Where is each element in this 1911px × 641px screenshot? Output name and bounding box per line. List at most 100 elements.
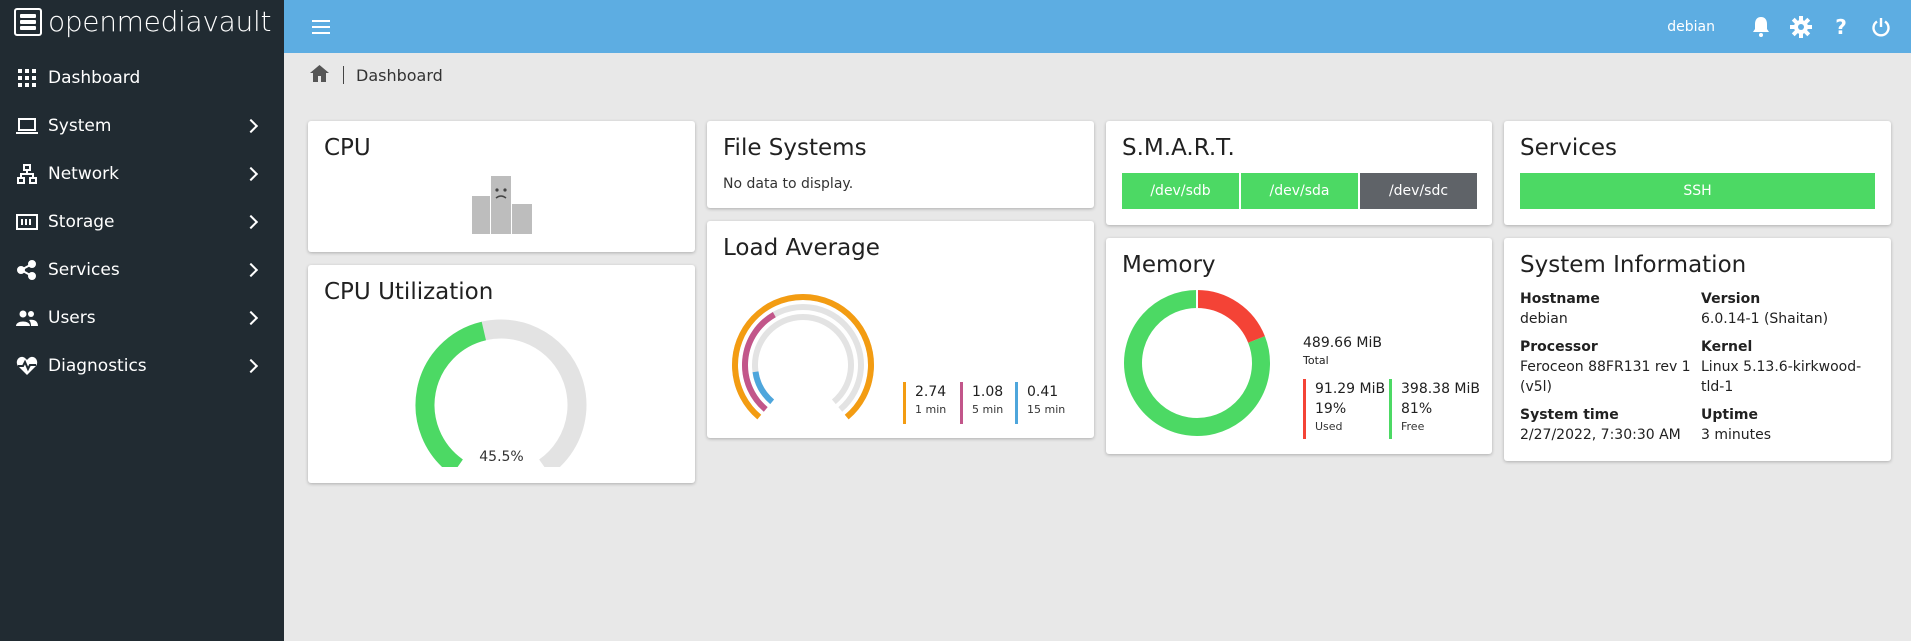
widget-title: S.M.A.R.T. bbox=[1122, 135, 1235, 161]
sidebar-item-label: Network bbox=[48, 164, 119, 184]
share-icon bbox=[16, 259, 38, 281]
gear-icon[interactable] bbox=[1789, 15, 1813, 39]
load-value: 2.74 bbox=[915, 384, 947, 400]
sidebar-item-label: Dashboard bbox=[48, 68, 141, 88]
load-1min: 2.74 1 min bbox=[903, 382, 946, 424]
load-5min: 1.08 5 min bbox=[960, 382, 1003, 424]
processor-value-line: Feroceon 88FR131 rev 1 bbox=[1520, 359, 1691, 375]
processor-label: Processor bbox=[1520, 339, 1598, 355]
sidebar-nav: Dashboard System Network Storage Service… bbox=[0, 54, 284, 390]
grid-icon bbox=[16, 67, 38, 89]
username[interactable]: debian bbox=[1667, 19, 1715, 35]
sidebar-item-storage[interactable]: Storage bbox=[0, 198, 284, 246]
no-data-icon bbox=[472, 176, 532, 238]
kernel-value-line: Linux 5.13.6-kirkwood- bbox=[1701, 359, 1862, 375]
kernel-value-line: tld-1 bbox=[1701, 379, 1734, 395]
chevron-right-icon bbox=[243, 118, 259, 134]
sidebar-item-diagnostics[interactable]: Diagnostics bbox=[0, 342, 284, 390]
memory-used-percent: 19% bbox=[1315, 401, 1347, 417]
widget-title: CPU bbox=[324, 135, 371, 161]
memory-used-label: Used bbox=[1315, 420, 1343, 433]
chevron-right-icon bbox=[243, 214, 259, 230]
sidebar-item-label: Storage bbox=[48, 212, 115, 232]
uptime-value: 3 minutes bbox=[1701, 427, 1772, 443]
memory-total: 489.66 MiB Total bbox=[1303, 333, 1382, 369]
version-label: Version bbox=[1701, 291, 1761, 307]
memory-free-percent: 81% bbox=[1401, 401, 1433, 417]
memory-used-slice bbox=[1196, 290, 1265, 344]
smart-device-tile[interactable]: /dev/sdb bbox=[1122, 173, 1239, 209]
hostname-label: Hostname bbox=[1520, 291, 1600, 307]
device-name: /dev/sdc bbox=[1388, 183, 1449, 199]
system-time-label: System time bbox=[1520, 407, 1619, 423]
power-icon[interactable] bbox=[1869, 15, 1893, 39]
breadcrumb: Dashboard bbox=[310, 63, 443, 87]
memory-total-value: 489.66 MiB bbox=[1303, 335, 1383, 351]
version-value: 6.0.14-1 (Shaitan) bbox=[1701, 311, 1829, 327]
system-information-widget: System Information Hostname debian Versi… bbox=[1504, 238, 1891, 461]
chevron-right-icon bbox=[243, 310, 259, 326]
kernel-value: Linux 5.13.6-kirkwood- tld-1 bbox=[1701, 357, 1861, 397]
help-icon[interactable]: ? bbox=[1829, 15, 1853, 39]
device-name: /dev/sda bbox=[1269, 183, 1330, 199]
chevron-right-icon bbox=[243, 166, 259, 182]
chevron-right-icon bbox=[243, 262, 259, 278]
load-label: 5 min bbox=[972, 403, 1004, 416]
hostname-value: debian bbox=[1520, 311, 1568, 327]
load-value: 1.08 bbox=[972, 384, 1004, 400]
brand[interactable]: openmediavault bbox=[0, 0, 284, 44]
load-15min: 0.41 15 min bbox=[1015, 382, 1065, 424]
load-track bbox=[752, 314, 854, 405]
sidebar-item-dashboard[interactable]: Dashboard bbox=[0, 54, 284, 102]
memory-donut bbox=[1124, 290, 1270, 436]
processor-value-line: (v5l) bbox=[1520, 379, 1553, 395]
memory-free: 398.38 MiB 81% Free bbox=[1389, 379, 1480, 439]
cpu-utilization-widget: CPU Utilization 45.5% bbox=[308, 265, 695, 483]
widget-title: Load Average bbox=[723, 235, 880, 261]
sidebar-item-label: Diagnostics bbox=[48, 356, 147, 376]
server-icon bbox=[14, 8, 42, 36]
cpu-widget: CPU bbox=[308, 121, 695, 252]
memory-free-label: Free bbox=[1401, 420, 1425, 433]
widget-title: Memory bbox=[1122, 252, 1216, 278]
load-label: 1 min bbox=[915, 403, 947, 416]
load-value: 0.41 bbox=[1027, 384, 1059, 400]
smart-device-tile[interactable]: /dev/sdc bbox=[1360, 173, 1477, 209]
sidebar-item-system[interactable]: System bbox=[0, 102, 284, 150]
kernel-label: Kernel bbox=[1701, 339, 1753, 355]
network-icon bbox=[16, 163, 38, 185]
file-systems-widget: File Systems No data to display. bbox=[707, 121, 1094, 208]
menu-toggle-icon[interactable] bbox=[312, 19, 330, 34]
empty-message: No data to display. bbox=[723, 176, 854, 192]
smart-device-tile[interactable]: /dev/sda bbox=[1241, 173, 1358, 209]
breadcrumb-separator bbox=[343, 66, 344, 84]
uptime-label: Uptime bbox=[1701, 407, 1758, 423]
bell-icon[interactable] bbox=[1749, 15, 1773, 39]
sidebar-item-services[interactable]: Services bbox=[0, 246, 284, 294]
memory-free-value: 398.38 MiB bbox=[1401, 381, 1481, 397]
memory-widget: Memory 489.66 MiB Total 91.29 MiB 19% Us… bbox=[1106, 238, 1492, 454]
sidebar-item-label: System bbox=[48, 116, 112, 136]
memory-used: 91.29 MiB 19% Used bbox=[1303, 379, 1385, 439]
service-name: SSH bbox=[1683, 183, 1712, 199]
heartbeat-icon bbox=[16, 355, 38, 377]
cpu-gauge bbox=[415, 319, 587, 467]
sidebar: openmediavault Dashboard System Network bbox=[0, 0, 284, 641]
sidebar-item-label: Users bbox=[48, 308, 96, 328]
breadcrumb-current: Dashboard bbox=[356, 65, 443, 85]
sidebar-item-network[interactable]: Network bbox=[0, 150, 284, 198]
load-average-widget: Load Average 2.74 1 min 1.08 5 min 0.41 … bbox=[707, 221, 1094, 438]
topbar-actions: debian ? bbox=[1667, 15, 1911, 39]
sidebar-item-users[interactable]: Users bbox=[0, 294, 284, 342]
smart-widget: S.M.A.R.T. /dev/sdb /dev/sda /dev/sdc bbox=[1106, 121, 1492, 225]
widget-title: Services bbox=[1520, 135, 1617, 161]
laptop-icon bbox=[16, 115, 38, 137]
system-time-value: 2/27/2022, 7:30:30 AM bbox=[1520, 427, 1681, 443]
memory-used-value: 91.29 MiB bbox=[1315, 381, 1386, 397]
storage-icon bbox=[16, 211, 38, 233]
brand-name: openmediavault bbox=[48, 5, 272, 38]
service-tile-ssh[interactable]: SSH bbox=[1520, 173, 1875, 209]
processor-value: Feroceon 88FR131 rev 1 (v5l) bbox=[1520, 357, 1691, 397]
topbar: debian ? bbox=[284, 0, 1911, 53]
home-icon[interactable] bbox=[310, 64, 329, 86]
